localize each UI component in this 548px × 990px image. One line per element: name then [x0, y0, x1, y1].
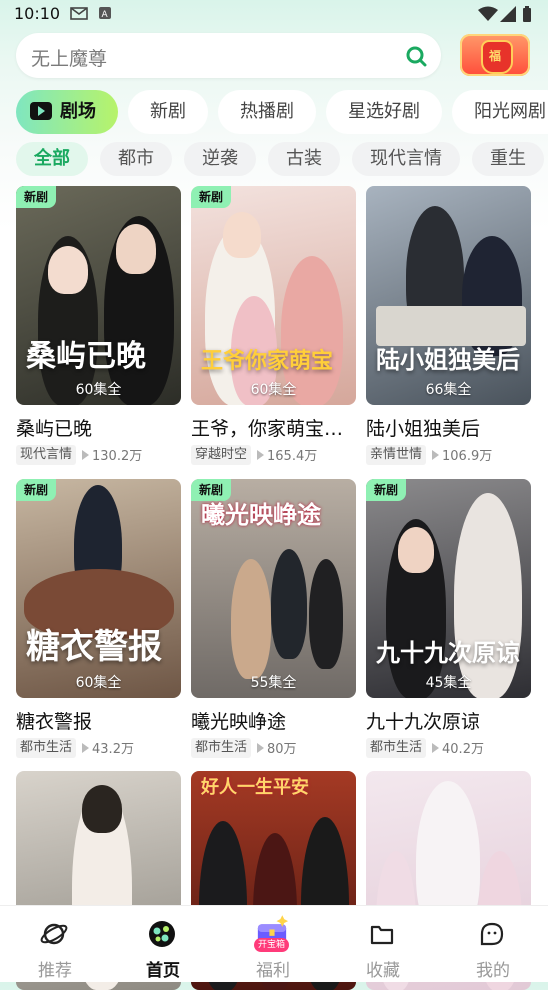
- home-film-icon: [149, 921, 175, 947]
- drama-meta: 都市生活 80万: [191, 738, 356, 758]
- drama-poster[interactable]: 新剧 糖衣警报 60集全: [16, 479, 181, 698]
- drama-poster[interactable]: 新剧 王爷你家萌宝 60集全: [191, 186, 356, 405]
- status-bar: 10:10 A: [0, 0, 548, 28]
- app-notification-icon: A: [99, 7, 111, 20]
- drama-card[interactable]: 新剧 曦光映峥途 55集全 曦光映峥途 都市生活 80万: [191, 479, 356, 758]
- drama-title[interactable]: 糖衣警报: [16, 707, 181, 734]
- planet-icon: [40, 923, 68, 945]
- drama-meta: 穿越时空 165.4万: [191, 445, 356, 465]
- poster-title: 曦光映峥途: [201, 501, 321, 529]
- status-time: 10:10: [14, 4, 61, 23]
- play-count-icon: [82, 743, 90, 753]
- drama-poster[interactable]: 新剧 桑屿已晚 60集全: [16, 186, 181, 405]
- new-badge: 新剧: [16, 479, 57, 501]
- view-count: 165.4万: [267, 449, 318, 464]
- poster-title: 陆小姐独美后: [376, 346, 520, 374]
- poster-title: 好人一生平安: [201, 777, 309, 798]
- nav-profile[interactable]: 我的: [438, 906, 548, 982]
- view-count: 106.9万: [442, 449, 493, 464]
- play-count-icon: [82, 450, 90, 460]
- new-badge: 新剧: [191, 186, 232, 208]
- drama-meta: 现代言情 130.2万: [16, 445, 181, 465]
- drama-title[interactable]: 桑屿已晚: [16, 414, 181, 441]
- drama-card[interactable]: 新剧 桑屿已晚 60集全 桑屿已晚 现代言情 130.2万: [16, 186, 181, 465]
- view-count: 40.2万: [442, 742, 484, 757]
- tv-play-icon: [30, 102, 52, 120]
- genre-filter: 全部 都市 逆袭 古装 现代言情 重生: [16, 142, 548, 176]
- drama-card[interactable]: 新剧 糖衣警报 60集全 糖衣警报 都市生活 43.2万: [16, 479, 181, 758]
- tab-star-picks[interactable]: 星选好剧: [326, 90, 442, 134]
- chip-costume[interactable]: 古装: [268, 142, 340, 176]
- tab-theater[interactable]: 剧场: [16, 90, 118, 134]
- tab-hot[interactable]: 热播剧: [218, 90, 316, 134]
- poster-title: 桑屿已晚: [26, 339, 146, 374]
- chip-comeback[interactable]: 逆袭: [184, 142, 256, 176]
- episode-count: 60集全: [250, 382, 297, 398]
- red-packet-icon: 福: [481, 40, 513, 74]
- drama-meta: 都市生活 43.2万: [16, 738, 181, 758]
- chip-modern-romance[interactable]: 现代言情: [352, 142, 460, 176]
- open-chest-badge: 开宝箱: [254, 938, 290, 952]
- poster-title: 王爷你家萌宝: [201, 349, 334, 374]
- chip-urban[interactable]: 都市: [100, 142, 172, 176]
- play-count-icon: [432, 743, 440, 753]
- tab-sunshine[interactable]: 阳光网剧: [452, 90, 548, 134]
- drama-poster[interactable]: 陆小姐独美后 66集全: [366, 186, 531, 405]
- drama-poster[interactable]: 新剧 曦光映峥途 55集全: [191, 479, 356, 698]
- drama-title[interactable]: 九十九次原谅: [366, 707, 531, 734]
- search-icon[interactable]: [405, 45, 427, 67]
- bottom-nav: 推荐 首页 开宝箱 福利 收藏 我的: [0, 905, 548, 982]
- drama-title[interactable]: 王爷，你家萌宝…: [191, 414, 356, 441]
- view-count: 130.2万: [92, 449, 143, 464]
- play-count-icon: [257, 450, 265, 460]
- wifi-icon: [478, 6, 498, 21]
- drama-title[interactable]: 曦光映峥途: [191, 707, 356, 734]
- mail-notification-icon: [70, 7, 88, 20]
- drama-meta: 亲情世情 106.9万: [366, 445, 531, 465]
- genre-tag: 亲情世情: [366, 445, 427, 465]
- signal-icon: [500, 6, 516, 22]
- drama-card[interactable]: 陆小姐独美后 66集全 陆小姐独美后 亲情世情 106.9万: [366, 186, 531, 465]
- chip-all[interactable]: 全部: [16, 142, 88, 176]
- new-badge: 新剧: [366, 479, 407, 501]
- profile-face-icon: [480, 922, 504, 946]
- episode-count: 60集全: [75, 382, 122, 398]
- genre-tag: 都市生活: [366, 738, 427, 758]
- episode-count: 60集全: [75, 675, 122, 691]
- genre-tag: 都市生活: [16, 738, 77, 758]
- genre-tag: 穿越时空: [191, 445, 252, 465]
- search-input[interactable]: 无上魔尊: [31, 44, 107, 71]
- episode-count: 66集全: [425, 382, 472, 398]
- genre-tag: 现代言情: [16, 445, 77, 465]
- search-bar[interactable]: 无上魔尊: [16, 33, 441, 78]
- battery-icon: [523, 6, 531, 22]
- category-tabs: 剧场 新剧 热播剧 星选好剧 阳光网剧: [16, 90, 548, 134]
- view-count: 80万: [267, 742, 297, 757]
- nav-home[interactable]: 首页: [108, 906, 218, 982]
- genre-tag: 都市生活: [191, 738, 252, 758]
- new-badge: 新剧: [16, 186, 57, 208]
- svg-text:A: A: [102, 10, 109, 20]
- nav-recommend[interactable]: 推荐: [0, 906, 110, 982]
- red-packet-button[interactable]: 福: [460, 34, 530, 76]
- drama-card[interactable]: 新剧 王爷你家萌宝 60集全 王爷，你家萌宝… 穿越时空 165.4万: [191, 186, 356, 465]
- view-count: 43.2万: [92, 742, 134, 757]
- poster-title: 九十九次原谅: [376, 639, 520, 667]
- drama-card[interactable]: 新剧 九十九次原谅 45集全 九十九次原谅 都市生活 40.2万: [366, 479, 531, 758]
- tab-new-drama[interactable]: 新剧: [128, 90, 208, 134]
- folder-icon: [370, 925, 394, 945]
- episode-count: 55集全: [250, 675, 297, 691]
- nav-welfare[interactable]: 开宝箱 福利: [218, 906, 328, 982]
- chip-rebirth[interactable]: 重生: [472, 142, 544, 176]
- play-count-icon: [432, 450, 440, 460]
- drama-poster[interactable]: 新剧 九十九次原谅 45集全: [366, 479, 531, 698]
- poster-title: 糖衣警报: [26, 627, 162, 667]
- drama-meta: 都市生活 40.2万: [366, 738, 531, 758]
- nav-favorites[interactable]: 收藏: [328, 906, 438, 982]
- drama-title[interactable]: 陆小姐独美后: [366, 414, 531, 441]
- episode-count: 45集全: [425, 675, 472, 691]
- play-count-icon: [257, 743, 265, 753]
